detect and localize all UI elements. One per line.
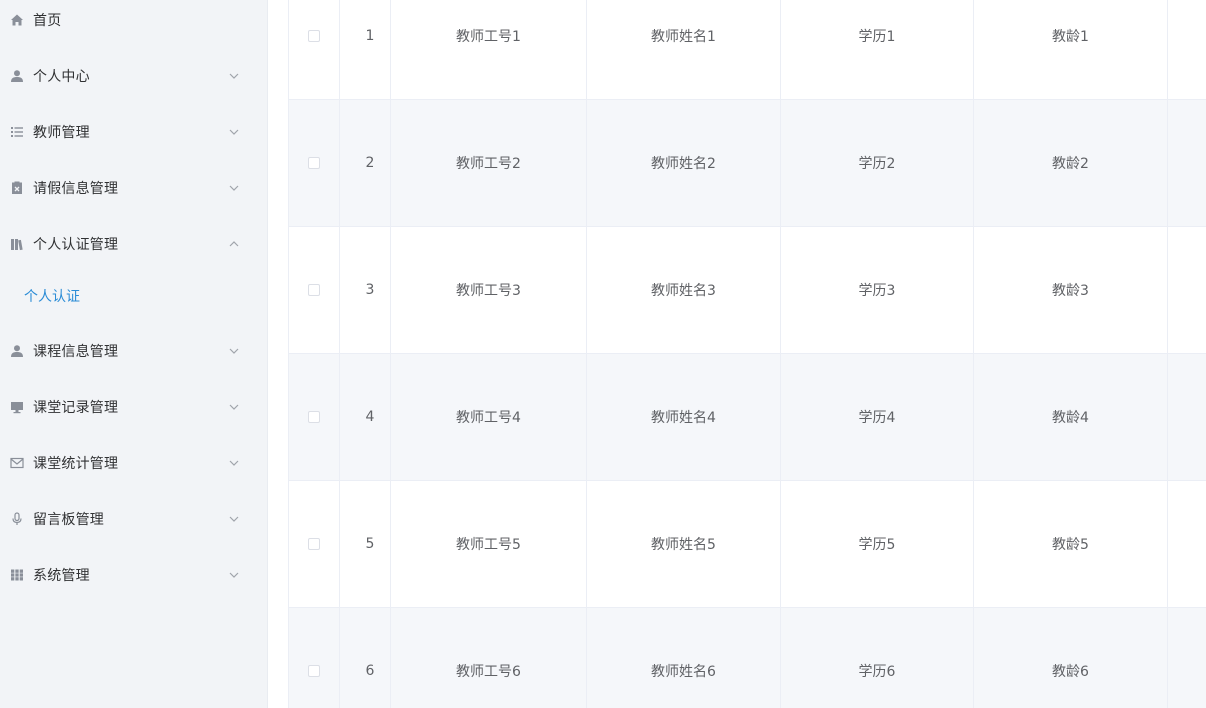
- sidebar: 首页 个人中心 教师管理 请假信息管理 个人认证管理 个人认证 课程信息管理 课…: [0, 0, 268, 708]
- index-cell: 5: [339, 480, 391, 608]
- chevron-down-icon: [229, 460, 239, 466]
- sidebar-item-label: 课程信息管理: [33, 344, 119, 360]
- mail-icon: [9, 455, 25, 471]
- chevron-down-icon: [229, 572, 239, 578]
- teaching-years-cell: 教龄5: [973, 480, 1168, 608]
- table-row: 4 教师工号4 教师姓名4 学历4 教龄4: [288, 353, 1206, 481]
- table-cell: [1167, 607, 1206, 708]
- table-row: 2 教师工号2 教师姓名2 学历2 教龄2: [288, 99, 1206, 227]
- sidebar-item-label: 教师管理: [33, 125, 90, 141]
- select-cell: [288, 607, 340, 708]
- sidebar-item-label: 系统管理: [33, 568, 90, 584]
- select-cell: [288, 353, 340, 481]
- teaching-years-cell: 教龄3: [973, 226, 1168, 354]
- row-checkbox[interactable]: [308, 30, 320, 42]
- table-cell: [1167, 353, 1206, 481]
- row-checkbox[interactable]: [308, 411, 320, 423]
- sidebar-item-label: 首页: [33, 13, 62, 29]
- sidebar-item-course-management[interactable]: 课程信息管理: [0, 331, 268, 371]
- chevron-down-icon: [229, 73, 239, 79]
- teaching-years-cell: 教龄6: [973, 607, 1168, 708]
- chevron-down-icon: [229, 348, 239, 354]
- row-checkbox[interactable]: [308, 538, 320, 550]
- sidebar-item-leave-management[interactable]: 请假信息管理: [0, 168, 268, 208]
- table-row: 3 教师工号3 教师姓名3 学历3 教龄3: [288, 226, 1206, 354]
- teacher-id-cell: 教师工号6: [390, 607, 587, 708]
- chevron-down-icon: [229, 129, 239, 135]
- data-table: 1 教师工号1 教师姓名1 学历1 教龄1 2 教师工号2 教师姓名2 学历2 …: [288, 0, 1206, 708]
- sidebar-item-class-statistics-management[interactable]: 课堂统计管理: [0, 443, 268, 483]
- clipboard-icon: [9, 180, 25, 196]
- home-icon: [9, 12, 25, 28]
- books-icon: [9, 236, 25, 252]
- teacher-id-cell: 教师工号2: [390, 99, 587, 227]
- row-checkbox[interactable]: [308, 284, 320, 296]
- table-row: 5 教师工号5 教师姓名5 学历5 教龄5: [288, 480, 1206, 608]
- education-cell: 学历5: [780, 480, 974, 608]
- chevron-up-icon: [229, 241, 239, 247]
- grid-icon: [9, 567, 25, 583]
- sidebar-item-message-board-management[interactable]: 留言板管理: [0, 499, 268, 539]
- sidebar-item-teacher-management[interactable]: 教师管理: [0, 112, 268, 152]
- chevron-down-icon: [229, 516, 239, 522]
- teacher-id-cell: 教师工号4: [390, 353, 587, 481]
- sidebar-item-certification-management[interactable]: 个人认证管理: [0, 224, 268, 264]
- user-icon: [9, 343, 25, 359]
- education-cell: 学历4: [780, 353, 974, 481]
- education-cell: 学历6: [780, 607, 974, 708]
- select-cell: [288, 0, 340, 100]
- index-cell: 3: [339, 226, 391, 354]
- row-checkbox[interactable]: [308, 665, 320, 677]
- teaching-years-cell: 教龄2: [973, 99, 1168, 227]
- select-cell: [288, 226, 340, 354]
- sidebar-item-personal-center[interactable]: 个人中心: [0, 56, 268, 96]
- teacher-id-cell: 教师工号1: [390, 0, 587, 100]
- sidebar-item-label: 课堂记录管理: [33, 400, 119, 416]
- teacher-name-cell: 教师姓名4: [586, 353, 781, 481]
- sidebar-item-home[interactable]: 首页: [0, 0, 268, 40]
- table-cell: [1167, 226, 1206, 354]
- sidebar-item-class-record-management[interactable]: 课堂记录管理: [0, 387, 268, 427]
- teacher-id-cell: 教师工号3: [390, 226, 587, 354]
- education-cell: 学历2: [780, 99, 974, 227]
- sidebar-subitem-label: 个人认证: [24, 289, 80, 305]
- table-row: 6 教师工号6 教师姓名6 学历6 教龄6: [288, 607, 1206, 708]
- index-cell: 6: [339, 607, 391, 708]
- monitor-icon: [9, 399, 25, 415]
- teaching-years-cell: 教龄4: [973, 353, 1168, 481]
- teacher-name-cell: 教师姓名5: [586, 480, 781, 608]
- sidebar-subitem-personal-certification[interactable]: 个人认证: [0, 276, 268, 316]
- sidebar-item-system-management[interactable]: 系统管理: [0, 555, 268, 595]
- sidebar-item-label: 请假信息管理: [33, 181, 119, 197]
- education-cell: 学历1: [780, 0, 974, 100]
- chevron-down-icon: [229, 185, 239, 191]
- sidebar-item-label: 留言板管理: [33, 512, 104, 528]
- education-cell: 学历3: [780, 226, 974, 354]
- main-content: 1 教师工号1 教师姓名1 学历1 教龄1 2 教师工号2 教师姓名2 学历2 …: [268, 0, 1206, 708]
- select-cell: [288, 480, 340, 608]
- table-cell: [1167, 99, 1206, 227]
- teacher-name-cell: 教师姓名2: [586, 99, 781, 227]
- user-icon: [9, 68, 25, 84]
- chevron-down-icon: [229, 404, 239, 410]
- sidebar-item-label: 课堂统计管理: [33, 456, 119, 472]
- list-icon: [9, 124, 25, 140]
- teaching-years-cell: 教龄1: [973, 0, 1168, 100]
- sidebar-item-label: 个人中心: [33, 69, 90, 85]
- microphone-icon: [9, 511, 25, 527]
- select-cell: [288, 99, 340, 227]
- row-checkbox[interactable]: [308, 157, 320, 169]
- table-cell: [1167, 0, 1206, 100]
- index-cell: 2: [339, 99, 391, 227]
- index-cell: 1: [339, 0, 391, 100]
- app: 首页 个人中心 教师管理 请假信息管理 个人认证管理 个人认证 课程信息管理 课…: [0, 0, 1206, 708]
- index-cell: 4: [339, 353, 391, 481]
- teacher-id-cell: 教师工号5: [390, 480, 587, 608]
- sidebar-item-label: 个人认证管理: [33, 237, 119, 253]
- teacher-name-cell: 教师姓名3: [586, 226, 781, 354]
- table-cell: [1167, 480, 1206, 608]
- teacher-name-cell: 教师姓名1: [586, 0, 781, 100]
- table-row: 1 教师工号1 教师姓名1 学历1 教龄1: [288, 0, 1206, 100]
- teacher-name-cell: 教师姓名6: [586, 607, 781, 708]
